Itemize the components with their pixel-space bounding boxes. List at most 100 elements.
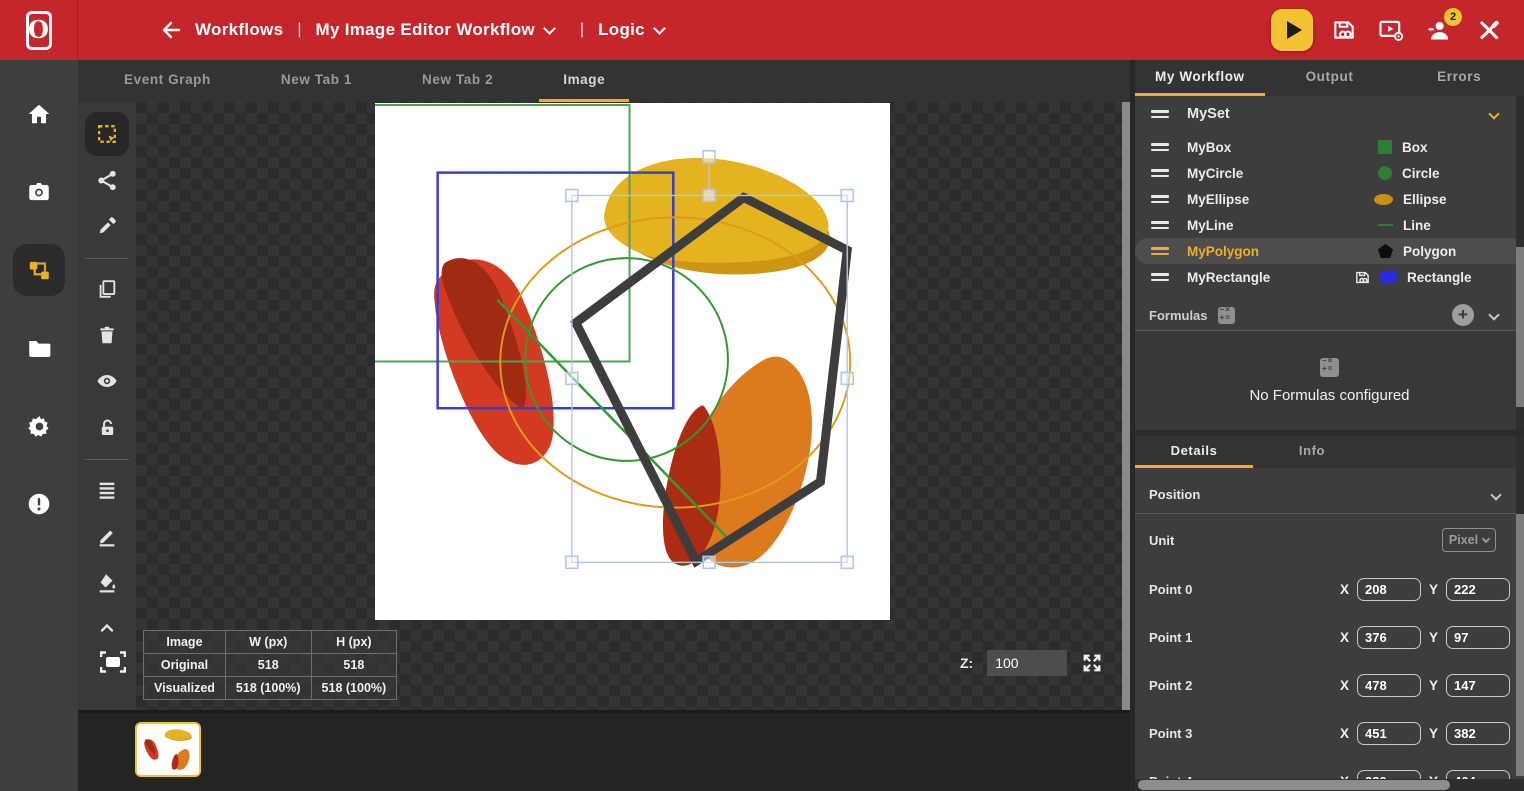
drag-handle-icon[interactable] — [1151, 143, 1169, 151]
tree-item-myrectangle[interactable]: MyRectangle Rectangle — [1135, 264, 1524, 290]
point-1-x-input[interactable] — [1357, 626, 1421, 649]
position-chevron-icon[interactable] — [1490, 489, 1501, 500]
canvas-viewport[interactable] — [136, 102, 1122, 710]
chevron-down-icon[interactable] — [1488, 108, 1499, 119]
drag-handle-icon[interactable] — [1151, 195, 1169, 203]
tab-info[interactable]: Info — [1253, 436, 1371, 468]
panel-horizontal-scrollbar[interactable] — [1135, 779, 1524, 791]
breadcrumb-separator-2: | — [580, 21, 584, 39]
tab-event-graph[interactable]: Event Graph — [100, 60, 235, 102]
panel-scrollbar-upper[interactable] — [1516, 96, 1524, 430]
pencil-icon — [96, 525, 118, 547]
users-icon[interactable]: 2 — [1425, 17, 1452, 44]
settings-icon — [26, 413, 53, 440]
copy-icon — [96, 278, 118, 300]
app-logo[interactable]: O — [0, 0, 78, 60]
drag-handle-icon[interactable] — [1151, 247, 1169, 255]
point-3-x-input[interactable] — [1357, 722, 1421, 745]
drag-handle-icon[interactable] — [1151, 110, 1169, 118]
folder-icon — [26, 335, 52, 361]
point-0-x-input[interactable] — [1357, 578, 1421, 601]
cross-tools-icon[interactable] — [1476, 17, 1502, 43]
tab-errors[interactable]: Errors — [1394, 60, 1524, 96]
select-icon — [95, 122, 120, 147]
select-tool[interactable] — [85, 112, 129, 156]
lock-icon — [97, 417, 118, 438]
tree-item-myellipse[interactable]: MyEllipse Ellipse — [1135, 186, 1524, 212]
tab-my-workflow[interactable]: My Workflow — [1135, 60, 1265, 96]
tree-item-mycircle[interactable]: MyCircle Circle — [1135, 160, 1524, 186]
sidebar-item-files[interactable] — [13, 322, 65, 374]
node-link-tool[interactable] — [85, 158, 129, 202]
line-list-icon — [96, 479, 118, 501]
point-row-0: Point 0 X Y — [1135, 573, 1524, 605]
panel-scrollbar-lower[interactable] — [1516, 436, 1524, 776]
tab-new-tab-2[interactable]: New Tab 2 — [398, 60, 517, 102]
eyedropper-tool[interactable] — [85, 204, 129, 248]
collapse-icon — [97, 618, 117, 638]
expand-icon[interactable] — [1081, 652, 1103, 674]
save-link-icon — [1354, 269, 1371, 286]
fit-to-screen-button[interactable] — [100, 650, 126, 674]
logic-menu-chevron-icon[interactable] — [653, 22, 666, 35]
tree-item-mybox[interactable]: MyBox Box — [1135, 134, 1524, 160]
render-settings-icon[interactable] — [1377, 16, 1405, 44]
delete-tool[interactable] — [85, 313, 129, 357]
point-1-y-input[interactable] — [1446, 626, 1510, 649]
tab-details[interactable]: Details — [1135, 436, 1253, 468]
position-section-header[interactable]: Position — [1135, 476, 1524, 514]
play-button[interactable] — [1271, 9, 1313, 51]
drag-handle-icon[interactable] — [1151, 221, 1169, 229]
rectangle-shape-icon — [1379, 270, 1398, 284]
stroke-color-tool[interactable] — [85, 514, 129, 558]
sidebar-item-home[interactable] — [13, 88, 65, 140]
circle-shape-icon — [1378, 166, 1392, 180]
eyedropper-icon — [96, 215, 118, 237]
drag-handle-icon[interactable] — [1151, 169, 1169, 177]
point-0-y-input[interactable] — [1446, 578, 1510, 601]
image-canvas[interactable] — [375, 103, 890, 620]
visibility-tool[interactable] — [85, 359, 129, 403]
set-header[interactable]: MySet — [1135, 100, 1524, 128]
drag-handle-icon[interactable] — [1151, 273, 1169, 281]
tab-image[interactable]: Image — [539, 60, 629, 102]
workflow-title[interactable]: My Image Editor Workflow — [316, 20, 535, 40]
sidebar-item-alerts[interactable] — [13, 478, 65, 530]
point-2-y-input[interactable] — [1446, 674, 1510, 697]
tree-item-myline[interactable]: MyLine Line — [1135, 212, 1524, 238]
zoom-input[interactable] — [987, 650, 1067, 676]
fill-color-tool[interactable] — [85, 560, 129, 604]
sidebar-item-camera[interactable] — [13, 166, 65, 218]
calculator-icon — [1218, 307, 1235, 324]
formulas-chevron-icon[interactable] — [1488, 309, 1499, 320]
tab-output[interactable]: Output — [1265, 60, 1395, 96]
unit-select[interactable]: Pixel — [1442, 528, 1496, 552]
logic-menu[interactable]: Logic — [598, 20, 645, 40]
collapse-toolbar[interactable] — [85, 606, 129, 650]
point-3-y-input[interactable] — [1446, 722, 1510, 745]
workflow-title-chevron-icon[interactable] — [543, 22, 556, 35]
sidebar-item-settings[interactable] — [13, 400, 65, 452]
menu-icon[interactable] — [105, 22, 127, 39]
image-thumbnail[interactable] — [135, 722, 201, 777]
rendered-image — [375, 103, 890, 620]
add-formula-button[interactable]: + — [1452, 304, 1474, 326]
lock-tool[interactable] — [85, 405, 129, 449]
breadcrumb-workflows[interactable]: Workflows — [195, 20, 283, 40]
sidebar-item-workflows[interactable] — [13, 244, 65, 296]
empty-formulas-message: No Formulas configured — [1249, 387, 1409, 404]
app-sidebar — [0, 60, 78, 791]
fill-icon — [96, 571, 118, 593]
play-icon — [1287, 21, 1302, 39]
line-weight-tool[interactable] — [85, 468, 129, 512]
save-link-icon[interactable] — [1331, 17, 1357, 43]
chevron-down-icon — [1482, 534, 1490, 542]
point-2-x-input[interactable] — [1357, 674, 1421, 697]
back-arrow-icon[interactable] — [159, 18, 183, 42]
tab-new-tab-1[interactable]: New Tab 1 — [257, 60, 376, 102]
tree-item-mypolygon[interactable]: MyPolygon Polygon — [1135, 238, 1524, 264]
copy-tool[interactable] — [85, 267, 129, 311]
breadcrumb-separator: | — [297, 21, 301, 39]
workflow-icon — [26, 257, 52, 283]
box-shape-icon — [1378, 140, 1392, 154]
